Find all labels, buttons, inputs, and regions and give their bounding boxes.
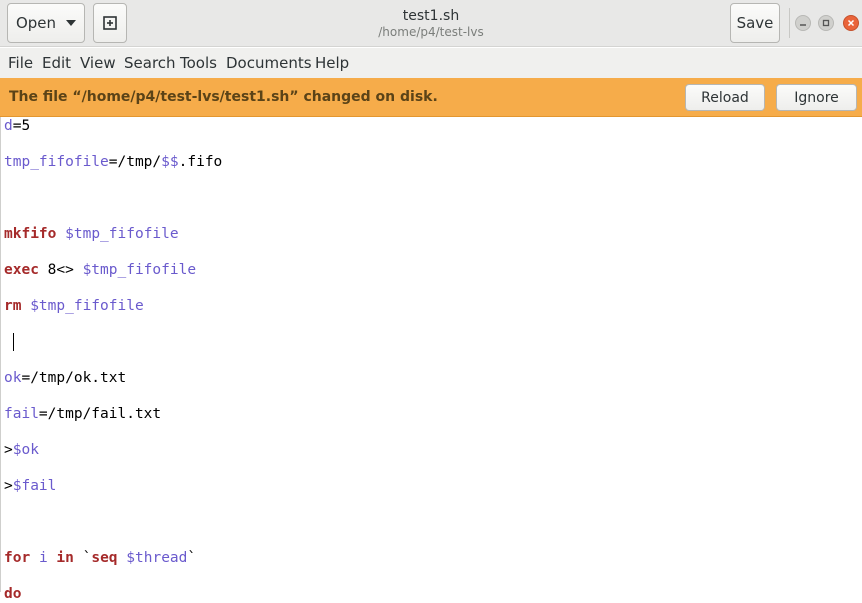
maximize-button[interactable] [818,15,834,31]
save-button[interactable]: Save [730,3,780,43]
infobar-message: The file “/home/p4/test-lvs/test1.sh” ch… [9,89,438,105]
close-button[interactable] [843,15,859,31]
menu-bar: File Edit View Search Tools Documents He… [0,48,862,78]
menu-search[interactable]: Search [124,54,176,72]
close-icon [847,19,855,27]
menu-view[interactable]: View [80,54,116,72]
menu-file[interactable]: File [8,54,33,72]
menu-tools[interactable]: Tools [180,54,217,72]
open-label: Open [15,14,57,32]
minimize-button[interactable] [795,15,811,31]
code-line: rm $tmp_fifofile [4,298,144,314]
menu-documents[interactable]: Documents [226,54,312,72]
code-line: exec 8<> $tmp_fifofile [4,262,197,278]
minimize-icon [800,24,806,26]
menu-edit[interactable]: Edit [42,54,71,72]
new-tab-button[interactable] [93,3,127,43]
open-button[interactable]: Open [7,3,85,43]
new-document-icon [103,16,117,30]
code-line: tmp_fifofile=/tmp/$$.fifo [4,154,223,170]
reload-button[interactable]: Reload [685,84,765,111]
code-line: for i in `seq $thread` [4,550,197,566]
code-line: ok=/tmp/ok.txt [4,370,127,386]
menu-help[interactable]: Help [315,54,349,72]
file-changed-infobar: The file “/home/p4/test-lvs/test1.sh” ch… [0,78,862,117]
ignore-button[interactable]: Ignore [776,84,857,111]
code-line: do [4,586,22,602]
code-editor[interactable]: d=5 tmp_fifofile=/tmp/$$.fifo mkfifo $tm… [0,117,862,602]
code-line: >$ok [4,442,39,458]
code-line: >$fail [4,478,57,494]
header-separator [789,8,790,38]
code-line: fail=/tmp/fail.txt [4,406,162,422]
maximize-icon [822,19,830,27]
code-line: d=5 [4,118,31,134]
text-cursor [13,333,14,351]
chevron-down-icon [66,20,77,26]
code-line: mkfifo $tmp_fifofile [4,226,179,242]
window-title: test1.sh [402,8,460,24]
window-subtitle: /home/p4/test-lvs [378,25,484,39]
header-bar: Open test1.sh /home/p4/test-lvs Save [0,0,862,47]
